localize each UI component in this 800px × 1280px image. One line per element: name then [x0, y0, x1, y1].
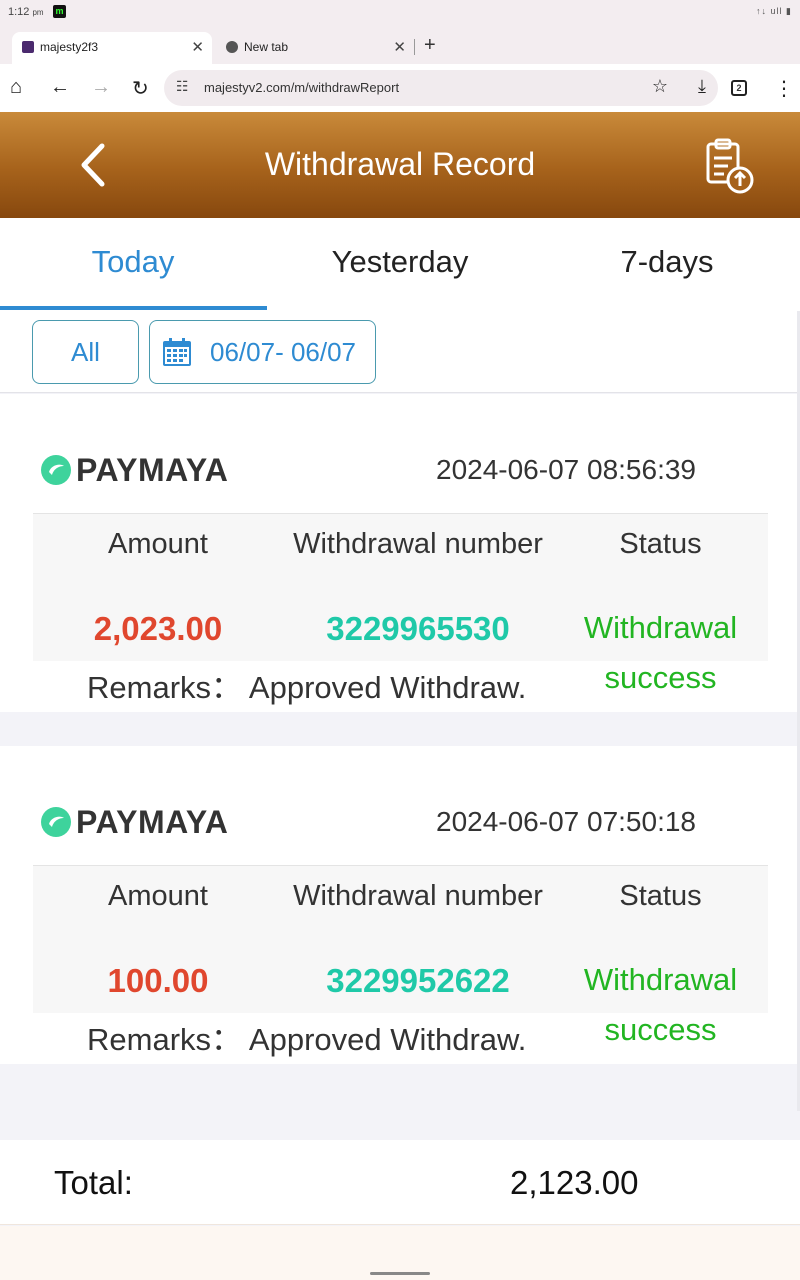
record-detail-panel: Amount Withdrawal number Status 2,023.00… — [33, 513, 768, 661]
address-bar[interactable]: ☷ majestyv2.com/m/withdrawReport ☆ ⤓ — [164, 70, 718, 106]
record-detail-panel: Amount Withdrawal number Status 100.00 3… — [33, 865, 768, 1013]
signal-battery-icons: ↑↓ ull ▮ — [756, 6, 792, 16]
tab-7-days[interactable]: 7-days — [534, 244, 800, 280]
status-header: Status — [619, 880, 702, 912]
close-tab-icon[interactable]: ✕ — [393, 38, 406, 56]
withdrawal-number-header: Withdrawal number — [293, 528, 543, 560]
withdrawal-number-header: Withdrawal number — [293, 880, 543, 912]
back-arrow-icon[interactable]: ← — [50, 76, 70, 99]
browser-tab-majesty[interactable]: majesty2f3 ✕ — [12, 32, 212, 64]
browser-tab-strip: majesty2f3 ✕ New tab ✕ + — [0, 26, 800, 64]
clipboard-upload-icon[interactable] — [702, 136, 758, 196]
filter-all-button[interactable]: All — [32, 320, 139, 384]
clock: 1:12 pm — [8, 6, 44, 18]
close-tab-icon[interactable]: ✕ — [191, 38, 204, 56]
home-icon[interactable]: ⌂ — [10, 76, 22, 99]
calendar-icon — [163, 338, 191, 366]
tab-switcher-button[interactable]: 2 — [731, 80, 747, 96]
total-label: Total: — [54, 1164, 133, 1201]
amount-header: Amount — [108, 528, 208, 560]
date-range-label: 06/07- 06/07 — [210, 337, 357, 367]
status-value: Withdrawal — [583, 610, 738, 645]
site-favicon-icon — [22, 41, 34, 53]
remarks-text: Remarks： Approved Withdraw. — [87, 670, 527, 705]
withdrawal-record: PAYMAYA 2024-06-07 08:56:39 Amount Withd… — [0, 394, 800, 712]
date-range-button[interactable]: 06/07- 06/07 — [149, 320, 376, 384]
site-settings-icon[interactable]: ☷ — [176, 78, 189, 95]
withdrawal-number-value: 3229952622 — [326, 962, 510, 999]
paymaya-logo-icon — [41, 455, 71, 485]
total-value: 2,123.00 — [510, 1164, 639, 1201]
browser-tab-new-tab[interactable]: New tab ✕ — [216, 32, 414, 64]
active-tab-indicator — [0, 306, 267, 310]
paymaya-logo-icon — [41, 807, 71, 837]
forward-arrow-icon[interactable]: → — [91, 76, 111, 99]
reload-icon[interactable]: ↻ — [132, 76, 149, 101]
filter-bar: All 06/07- 06/07 — [0, 311, 800, 393]
tab-divider — [414, 39, 415, 55]
system-status-bar: 1:12 pm m ↑↓ ull ▮ — [0, 0, 800, 26]
menu-icon[interactable]: ⋮ — [774, 76, 794, 101]
url-text[interactable]: majestyv2.com/m/withdrawReport — [204, 80, 399, 95]
status-header: Status — [619, 528, 702, 560]
bottom-safe-area — [0, 1226, 800, 1280]
bookmark-star-icon[interactable]: ☆ — [652, 76, 668, 97]
tab-today[interactable]: Today — [0, 244, 266, 280]
status-value-continued: success — [604, 1012, 717, 1047]
date-tab-bar: Today Yesterday 7-days — [0, 218, 800, 311]
browser-toolbar: ⌂ ← → ↻ ☷ majestyv2.com/m/withdrawReport… — [0, 64, 800, 112]
tab-yesterday[interactable]: Yesterday — [267, 244, 533, 280]
page-header: Withdrawal Record — [0, 112, 800, 218]
record-timestamp: 2024-06-07 07:50:18 — [436, 806, 696, 837]
payment-method: PAYMAYA — [76, 804, 229, 840]
remarks-text: Remarks： Approved Withdraw. — [87, 1022, 527, 1057]
withdrawal-number-value: 3229965530 — [326, 610, 510, 647]
amount-value: 2,023.00 — [93, 610, 223, 647]
withdrawal-record: PAYMAYA 2024-06-07 07:50:18 Amount Withd… — [0, 746, 800, 1064]
tab-title: majesty2f3 — [40, 40, 99, 54]
status-value: Withdrawal — [583, 962, 738, 997]
tab-title: New tab — [244, 40, 289, 54]
download-icon[interactable]: ⤓ — [698, 76, 706, 97]
total-bar: Total: 2,123.00 — [0, 1140, 800, 1225]
chrome-favicon-icon — [226, 41, 238, 53]
amount-header: Amount — [108, 880, 208, 912]
status-value-continued: success — [604, 660, 717, 695]
record-timestamp: 2024-06-07 08:56:39 — [436, 454, 696, 485]
amount-value: 100.00 — [107, 962, 209, 999]
payment-method: PAYMAYA — [76, 452, 229, 488]
home-indicator[interactable] — [370, 1272, 430, 1275]
app-notification-icon: m — [53, 5, 66, 18]
page-title: Withdrawal Record — [264, 146, 536, 182]
new-tab-button[interactable]: + — [424, 34, 436, 57]
